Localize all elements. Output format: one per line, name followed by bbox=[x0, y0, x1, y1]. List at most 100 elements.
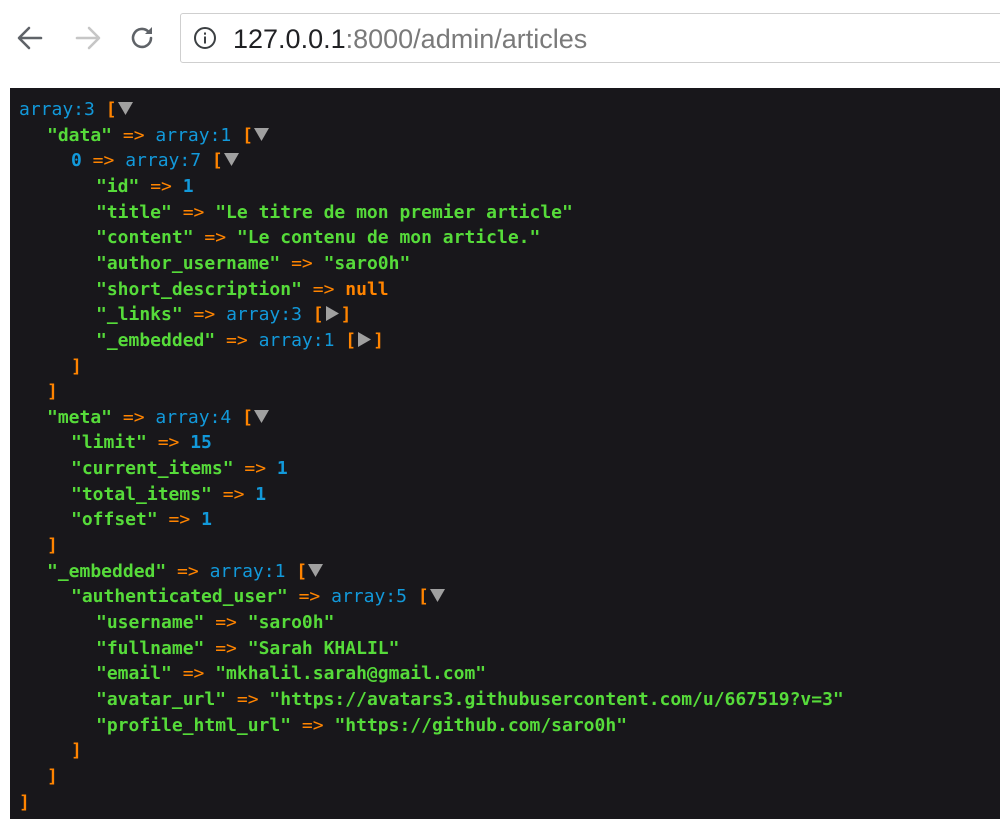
collapse-toggle[interactable] bbox=[429, 587, 446, 604]
dump-bracket: [ bbox=[105, 99, 117, 120]
collapse-toggle[interactable] bbox=[253, 408, 270, 425]
dump-line: "authenticated_user" => array:5 [ bbox=[71, 584, 446, 609]
dump-key: "content" bbox=[96, 227, 194, 249]
collapse-toggle[interactable] bbox=[307, 562, 324, 579]
triangle-down-icon bbox=[253, 127, 269, 141]
forward-button[interactable] bbox=[70, 20, 106, 56]
dump-line: "short_description" => null bbox=[96, 277, 389, 302]
dump-string: "https://github.com/saro0h" bbox=[334, 714, 628, 736]
dump-number: 1 bbox=[182, 175, 194, 197]
dump-line: "limit" => 15 bbox=[71, 430, 212, 455]
dump-key: "current_items" bbox=[71, 458, 234, 480]
address-bar[interactable]: 127.0.0.1:8000/admin/articles bbox=[180, 13, 1000, 63]
dump-number: 1 bbox=[276, 458, 288, 480]
dump-number: 15 bbox=[190, 432, 212, 454]
dump-arrow: => bbox=[233, 458, 277, 480]
dump-bracket: ] bbox=[19, 791, 30, 813]
dump-key: "author_username" bbox=[96, 252, 281, 274]
triangle-down-icon bbox=[429, 589, 445, 603]
dump-type: array:3 bbox=[19, 99, 95, 120]
dump-string: "mkhalil.sarah@gmail.com" bbox=[215, 663, 487, 685]
triangle-right-icon bbox=[358, 331, 372, 347]
dump-line: "_embedded" => array:1 [ bbox=[47, 559, 324, 584]
dump-key: "_embedded" bbox=[47, 560, 167, 582]
collapse-toggle[interactable] bbox=[253, 126, 270, 143]
dump-line: "data" => array:1 [ bbox=[47, 123, 270, 148]
dump-key: "profile_html_url" bbox=[96, 714, 292, 736]
dump-arrow: => bbox=[112, 406, 156, 428]
dump-bracket: ] bbox=[373, 329, 384, 351]
dump-type: array:1 bbox=[209, 560, 286, 582]
dump-space bbox=[231, 125, 242, 146]
back-button[interactable] bbox=[12, 20, 48, 56]
dump-bracket: ] bbox=[71, 355, 82, 377]
dump-key: "authenticated_user" bbox=[71, 586, 288, 608]
url-host: 127.0.0.1 bbox=[233, 24, 346, 54]
url-text[interactable]: 127.0.0.1:8000/admin/articles bbox=[233, 22, 587, 56]
dump-line: "fullname" => "Sarah KHALIL" bbox=[96, 636, 399, 661]
triangle-down-icon bbox=[223, 153, 239, 167]
dump-line: 0 => array:7 [ bbox=[71, 148, 240, 173]
dump-space bbox=[407, 586, 418, 607]
dump-key: "fullname" bbox=[96, 637, 205, 659]
dump-space bbox=[334, 330, 345, 351]
dump-arrow: => bbox=[280, 252, 324, 274]
dump-number: 0 bbox=[71, 150, 82, 172]
var-dump-panel: array:3 ["data" => array:1 [0 => array:7… bbox=[10, 88, 1000, 819]
dump-bracket: [ bbox=[296, 560, 308, 582]
dump-arrow: => bbox=[139, 175, 183, 197]
collapse-toggle[interactable] bbox=[223, 151, 240, 168]
triangle-right-icon bbox=[325, 306, 339, 322]
dump-bracket: ] bbox=[71, 740, 82, 762]
dump-bracket: [ bbox=[345, 329, 357, 351]
dump-line: "content" => "Le contenu de mon article.… bbox=[96, 225, 540, 250]
dump-type: array:7 bbox=[125, 150, 202, 172]
info-icon[interactable] bbox=[193, 26, 217, 50]
collapse-toggle[interactable] bbox=[117, 100, 134, 117]
dump-bracket: ] bbox=[47, 765, 58, 787]
dump-key: "offset" bbox=[71, 509, 158, 531]
dump-space bbox=[201, 150, 212, 171]
reload-icon bbox=[131, 27, 153, 49]
dump-line: "profile_html_url" => "https://github.co… bbox=[96, 713, 627, 738]
dump-arrow: => bbox=[287, 586, 332, 608]
dump-line: ] bbox=[47, 533, 58, 558]
triangle-down-icon bbox=[117, 102, 133, 115]
dump-line: ] bbox=[71, 738, 82, 763]
dump-space bbox=[302, 304, 313, 325]
dump-line: array:3 [ bbox=[19, 97, 134, 122]
dump-number: 1 bbox=[255, 483, 267, 505]
dump-bracket: [ bbox=[417, 586, 429, 608]
dump-key: "title" bbox=[96, 201, 172, 223]
dump-arrow: => bbox=[215, 329, 259, 351]
dump-space bbox=[285, 561, 296, 582]
dump-type: array:3 bbox=[226, 304, 302, 326]
dump-string: "saro0h" bbox=[323, 252, 411, 274]
dump-string: "https://avatars3.githubusercontent.com/… bbox=[269, 688, 844, 710]
dump-key: "email" bbox=[96, 663, 172, 685]
dump-line: "total_items" => 1 bbox=[71, 482, 266, 507]
dump-arrow: => bbox=[301, 278, 346, 300]
dump-key: "total_items" bbox=[71, 483, 212, 505]
dump-arrow: => bbox=[226, 688, 270, 710]
dump-arrow: => bbox=[211, 483, 256, 505]
dump-bracket: ] bbox=[47, 381, 58, 403]
expand-toggle[interactable] bbox=[356, 331, 373, 348]
expand-toggle[interactable] bbox=[324, 305, 341, 322]
dump-line: ] bbox=[19, 790, 30, 815]
dump-space bbox=[231, 407, 242, 428]
dump-string: "Le titre de mon premier article" bbox=[215, 201, 573, 223]
reload-button[interactable] bbox=[124, 20, 160, 56]
dump-string: "Sarah KHALIL" bbox=[247, 637, 400, 659]
arrow-left-icon bbox=[17, 26, 43, 50]
dump-line: "_embedded" => array:1 [] bbox=[96, 328, 384, 353]
dump-bracket: ] bbox=[47, 535, 58, 557]
triangle-down-icon bbox=[253, 409, 269, 423]
dump-arrow: => bbox=[166, 560, 210, 582]
dump-type: array:4 bbox=[155, 406, 232, 428]
dump-arrow: => bbox=[157, 509, 202, 531]
dump-key: "_embedded" bbox=[96, 329, 216, 351]
url-path: :8000/admin/articles bbox=[345, 24, 588, 54]
dump-line: "id" => 1 bbox=[96, 174, 194, 199]
dump-string: "saro0h" bbox=[247, 612, 335, 633]
